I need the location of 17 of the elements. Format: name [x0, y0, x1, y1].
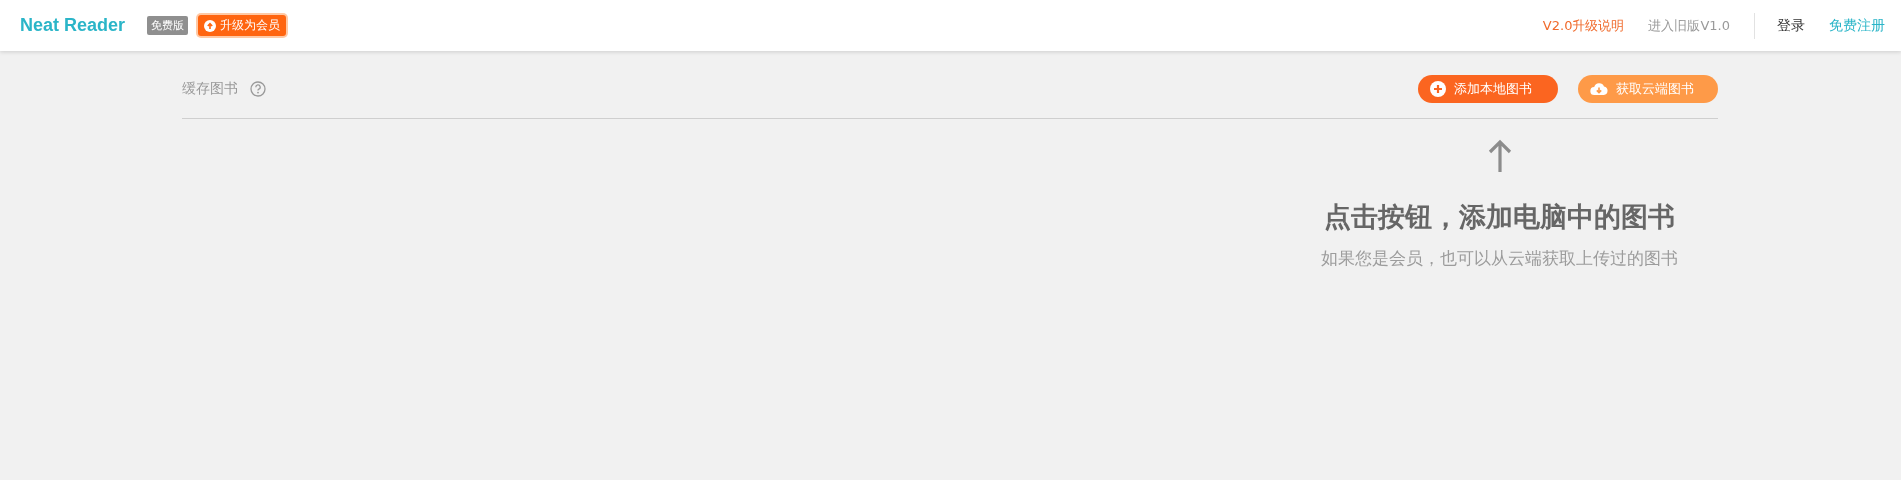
- register-link[interactable]: 免费注册: [1829, 16, 1885, 35]
- plus-circle-icon: [1430, 80, 1446, 97]
- upgrade-button[interactable]: 升级为会员: [198, 15, 287, 36]
- edition-badge: 免费版: [147, 16, 189, 35]
- header-link[interactable]: V2.0升级说明: [1542, 16, 1625, 35]
- help-icon[interactable]: [250, 80, 266, 97]
- app-logo: Neat Reader: [20, 15, 126, 36]
- section-title: 缓存图书: [182, 79, 238, 98]
- header-link[interactable]: 进入旧版V1.0: [1648, 16, 1730, 35]
- arrow-up-circle-icon: [204, 19, 217, 32]
- empty-state-title: 点击按钮，添加电脑中的图书: [1324, 200, 1675, 234]
- empty-state-subtitle: 如果您是会员，也可以从云端获取上传过的图书: [1321, 247, 1678, 270]
- add-book-button[interactable]: 添加本地图书: [1418, 74, 1558, 103]
- login-link[interactable]: 登录: [1777, 16, 1805, 35]
- cloud-download-icon: [1590, 81, 1608, 96]
- arrow-up-icon: [1487, 139, 1512, 173]
- cloud-book-button[interactable]: 获取云端图书: [1578, 74, 1718, 103]
